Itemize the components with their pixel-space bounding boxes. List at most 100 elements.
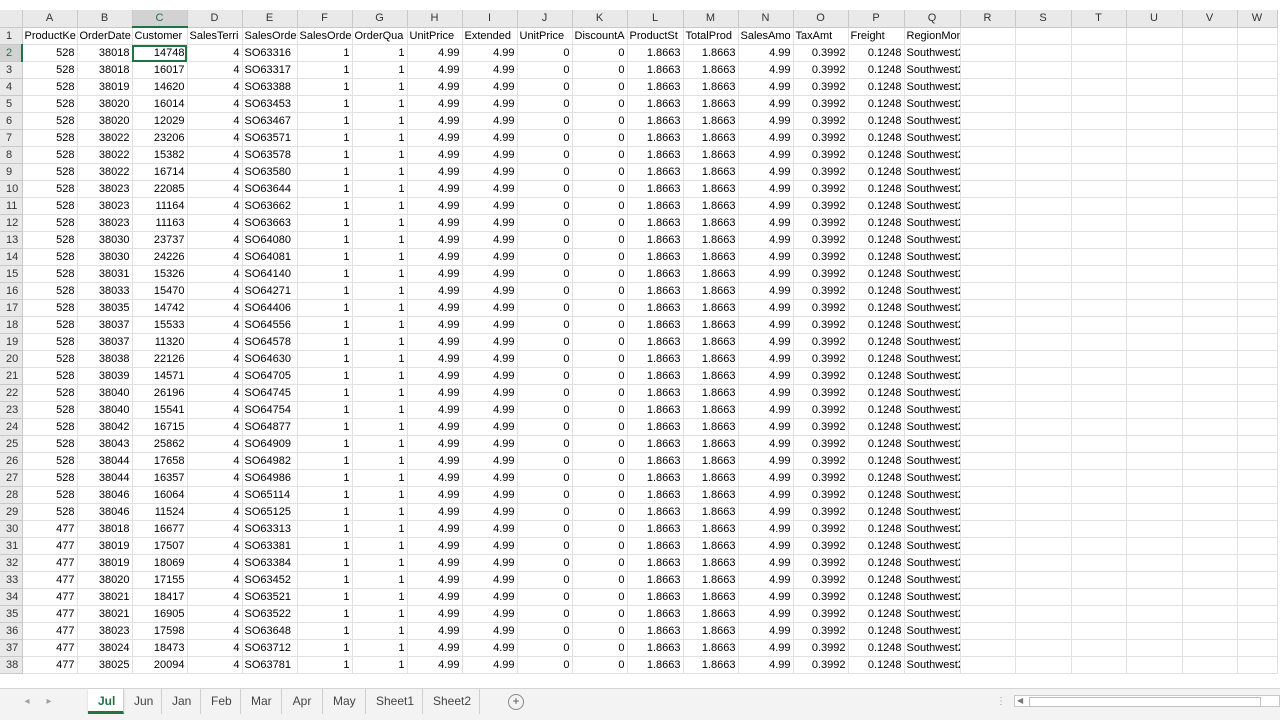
cell[interactable] [1126, 656, 1183, 674]
cell[interactable] [1237, 248, 1278, 266]
cell[interactable]: Southwest2 [904, 265, 961, 283]
cell[interactable]: Southwest2 [904, 401, 961, 419]
cell[interactable]: 23206 [132, 129, 188, 147]
cell[interactable] [960, 44, 1016, 62]
cell[interactable]: SO63644 [242, 180, 298, 198]
cell[interactable] [1015, 282, 1072, 300]
cell[interactable]: Southwest2 [904, 214, 961, 232]
column-header-b[interactable]: B [77, 10, 133, 28]
cell[interactable]: 0 [572, 639, 628, 657]
cell[interactable]: 4.99 [407, 129, 463, 147]
cell[interactable]: 4.99 [738, 639, 794, 657]
cell[interactable]: 1.8663 [627, 503, 684, 521]
cell[interactable]: 0.1248 [848, 588, 905, 606]
cell[interactable] [1182, 537, 1238, 555]
cell[interactable]: SO63467 [242, 112, 298, 130]
cell[interactable]: 0 [572, 231, 628, 249]
cell[interactable] [960, 146, 1016, 164]
cell[interactable]: 1.8663 [627, 231, 684, 249]
cell[interactable]: 4 [187, 520, 243, 538]
cell[interactable]: 1 [352, 452, 408, 470]
cell[interactable] [1015, 265, 1072, 283]
cell[interactable]: 4.99 [738, 367, 794, 385]
sheet-tab-jun[interactable]: Jun [124, 689, 162, 714]
cell[interactable]: Southwest2 [904, 486, 961, 504]
cell[interactable]: 4.99 [738, 146, 794, 164]
cell[interactable] [1237, 639, 1278, 657]
cell[interactable]: SO63522 [242, 605, 298, 623]
sheet-tab-mar[interactable]: Mar [241, 689, 282, 714]
cell[interactable]: SO63712 [242, 639, 298, 657]
row-header[interactable]: 36 [0, 622, 23, 640]
plus-circle-icon[interactable]: + [508, 694, 524, 710]
cell[interactable]: 0.1248 [848, 435, 905, 453]
column-header-n[interactable]: N [738, 10, 794, 28]
cell[interactable] [1015, 78, 1072, 96]
cell[interactable]: 0 [572, 214, 628, 232]
cell[interactable]: 1 [297, 78, 353, 96]
cell[interactable]: 38020 [77, 112, 133, 130]
cell[interactable] [1071, 384, 1127, 402]
cell[interactable]: 4.99 [462, 452, 518, 470]
cell[interactable]: 17598 [132, 622, 188, 640]
cell[interactable]: 0 [572, 622, 628, 640]
cell[interactable] [960, 367, 1016, 385]
cell[interactable]: 4.99 [462, 401, 518, 419]
cell[interactable]: 1 [352, 214, 408, 232]
cell[interactable] [1237, 197, 1278, 215]
cell[interactable]: 1 [352, 605, 408, 623]
cell[interactable]: 1 [352, 435, 408, 453]
cell[interactable]: 14748 [132, 44, 188, 62]
column-title-cell[interactable]: TaxAmt [793, 27, 849, 45]
row-header[interactable]: 34 [0, 588, 23, 606]
cell[interactable] [1182, 231, 1238, 249]
cell[interactable]: 4.99 [407, 265, 463, 283]
cell[interactable] [1237, 401, 1278, 419]
cell[interactable] [1071, 299, 1127, 317]
cell[interactable]: 4 [187, 418, 243, 436]
cell[interactable] [1182, 435, 1238, 453]
cell[interactable] [960, 469, 1016, 487]
cell[interactable]: 4 [187, 61, 243, 79]
cell[interactable] [1071, 231, 1127, 249]
cell[interactable]: 0 [572, 197, 628, 215]
cell[interactable]: 528 [22, 350, 78, 368]
cell[interactable] [1071, 282, 1127, 300]
cell[interactable]: Southwest2 [904, 384, 961, 402]
cell[interactable]: 4.99 [738, 316, 794, 334]
cell[interactable]: 1 [352, 486, 408, 504]
cell[interactable]: 38018 [77, 44, 133, 62]
cell[interactable] [1126, 299, 1183, 317]
cell[interactable]: 4 [187, 95, 243, 113]
cell[interactable]: 1.8663 [683, 520, 739, 538]
cell[interactable]: 1 [352, 78, 408, 96]
cell[interactable] [960, 61, 1016, 79]
cell[interactable]: 38023 [77, 622, 133, 640]
cell[interactable]: 26196 [132, 384, 188, 402]
cell[interactable] [1182, 282, 1238, 300]
row-header[interactable]: 38 [0, 656, 23, 674]
cell[interactable]: Southwest2 [904, 367, 961, 385]
cell[interactable]: 1 [297, 95, 353, 113]
row-header[interactable]: 26 [0, 452, 23, 470]
cell[interactable] [1126, 44, 1183, 62]
cell[interactable]: 0 [517, 571, 573, 589]
sheet-tab-feb[interactable]: Feb [201, 689, 241, 714]
cell[interactable]: 1 [297, 418, 353, 436]
cell[interactable]: 0.3992 [793, 435, 849, 453]
cell[interactable] [1071, 197, 1127, 215]
cell[interactable]: 4.99 [738, 248, 794, 266]
cell[interactable]: 0 [572, 537, 628, 555]
cell[interactable]: 0 [517, 112, 573, 130]
cell[interactable]: 4.99 [407, 282, 463, 300]
cell[interactable]: 1.8663 [627, 656, 684, 674]
cell[interactable]: 0 [572, 571, 628, 589]
cell[interactable]: 15470 [132, 282, 188, 300]
cell[interactable] [1182, 452, 1238, 470]
cell[interactable]: Southwest2 [904, 452, 961, 470]
cell[interactable]: 1 [352, 401, 408, 419]
cell[interactable] [1182, 248, 1238, 266]
cell[interactable] [1015, 571, 1072, 589]
cell[interactable]: 0.1248 [848, 503, 905, 521]
cell[interactable]: 4.99 [738, 520, 794, 538]
